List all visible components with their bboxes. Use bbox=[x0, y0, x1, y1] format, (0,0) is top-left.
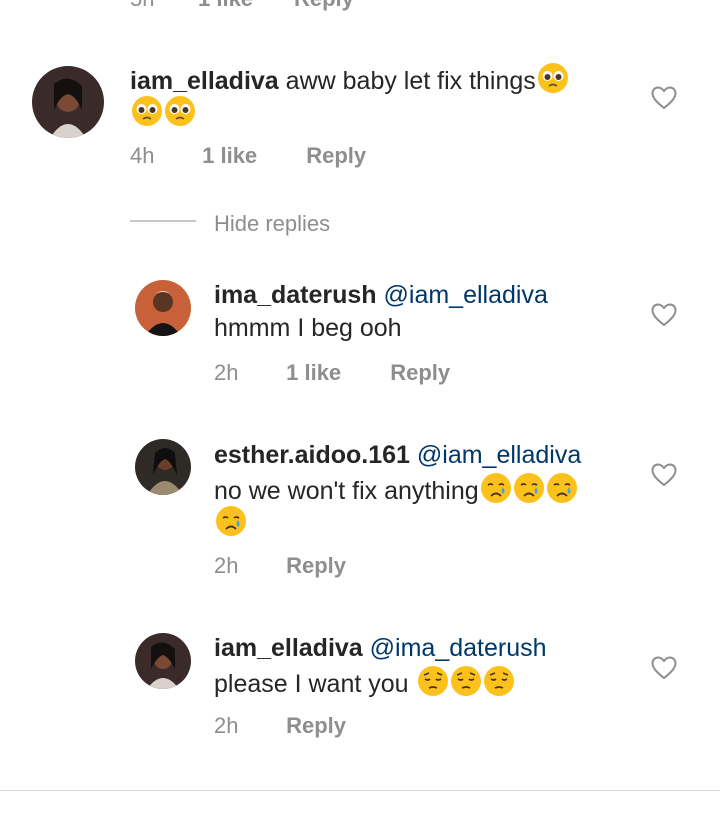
reply-3-time: 2h bbox=[214, 713, 239, 738]
reply-1-mention[interactable]: @iam_elladiva bbox=[384, 281, 548, 309]
crying-face-icon bbox=[513, 472, 545, 513]
comment-username[interactable]: iam_elladiva bbox=[130, 67, 279, 95]
previous-comment-meta: 5h 1 like Reply bbox=[130, 0, 354, 12]
pleading-face-icon bbox=[537, 62, 569, 103]
reply-1-time: 2h bbox=[214, 360, 239, 385]
avatar[interactable] bbox=[135, 439, 191, 495]
hide-replies-line bbox=[130, 220, 196, 222]
reply-2-username[interactable]: esther.aidoo.161 bbox=[214, 441, 410, 469]
pensive-face-icon bbox=[417, 665, 449, 706]
bottom-divider bbox=[0, 790, 720, 791]
reply-1-likes[interactable]: 1 like bbox=[286, 360, 384, 386]
pensive-face-icon bbox=[483, 665, 515, 706]
reply-3-mention[interactable]: @ima_daterush bbox=[370, 634, 547, 662]
avatar-image bbox=[135, 633, 191, 689]
reply-3-username[interactable]: iam_elladiva bbox=[214, 634, 363, 662]
avatar-image bbox=[32, 66, 104, 138]
like-heart-icon[interactable] bbox=[651, 463, 677, 487]
reply-1-meta: 2h 1 like Reply bbox=[214, 360, 450, 386]
previous-comment-time: 5h bbox=[130, 0, 198, 12]
reply-2-body-line: no we won't fix anything bbox=[214, 472, 578, 513]
reply-2-meta: 2h Reply bbox=[214, 553, 346, 579]
comment-time: 4h bbox=[130, 143, 155, 168]
avatar-image bbox=[135, 280, 191, 336]
crying-face-icon bbox=[546, 472, 578, 513]
pleading-face-icon bbox=[164, 95, 196, 136]
reply-3-reply-button[interactable]: Reply bbox=[286, 713, 346, 738]
crying-face-icon bbox=[215, 505, 247, 546]
reply-3-body: please I want you bbox=[214, 670, 416, 698]
reply-2-header: esther.aidoo.161 @iam_elladiva bbox=[214, 439, 581, 472]
pensive-face-icon bbox=[450, 665, 482, 706]
comment-emoji-line bbox=[130, 95, 196, 136]
avatar[interactable] bbox=[32, 66, 104, 138]
like-heart-icon[interactable] bbox=[651, 303, 677, 327]
comment-body: aww baby let fix things bbox=[285, 67, 536, 95]
reply-2-body: no we won't fix anything bbox=[214, 477, 479, 505]
comment-meta: 4h 1 like Reply bbox=[130, 143, 366, 169]
reply-3-header: iam_elladiva @ima_daterush bbox=[214, 632, 547, 665]
previous-comment-likes[interactable]: 1 like bbox=[198, 0, 294, 12]
reply-3-body-line: please I want you bbox=[214, 665, 515, 706]
reply-2-emoji-line bbox=[214, 505, 247, 546]
crying-face-icon bbox=[480, 472, 512, 513]
reply-2-time: 2h bbox=[214, 553, 239, 578]
reply-1-header: ima_daterush @iam_elladiva bbox=[214, 279, 548, 312]
avatar-image bbox=[135, 439, 191, 495]
like-heart-icon[interactable] bbox=[651, 86, 677, 110]
hide-replies-button[interactable]: Hide replies bbox=[214, 211, 330, 237]
comment-likes[interactable]: 1 like bbox=[202, 143, 300, 169]
reply-2-mention[interactable]: @iam_elladiva bbox=[417, 441, 581, 469]
reply-1-body: hmmm I beg ooh bbox=[214, 314, 402, 342]
avatar[interactable] bbox=[135, 633, 191, 689]
reply-1-username[interactable]: ima_daterush bbox=[214, 281, 377, 309]
pleading-face-icon bbox=[131, 95, 163, 136]
avatar[interactable] bbox=[135, 280, 191, 336]
reply-2-reply-button[interactable]: Reply bbox=[286, 553, 346, 578]
previous-comment-reply-button[interactable]: Reply bbox=[294, 0, 354, 12]
like-heart-icon[interactable] bbox=[651, 656, 677, 680]
comment-reply-button[interactable]: Reply bbox=[306, 143, 366, 168]
reply-1-reply-button[interactable]: Reply bbox=[390, 360, 450, 385]
reply-3-meta: 2h Reply bbox=[214, 713, 346, 739]
